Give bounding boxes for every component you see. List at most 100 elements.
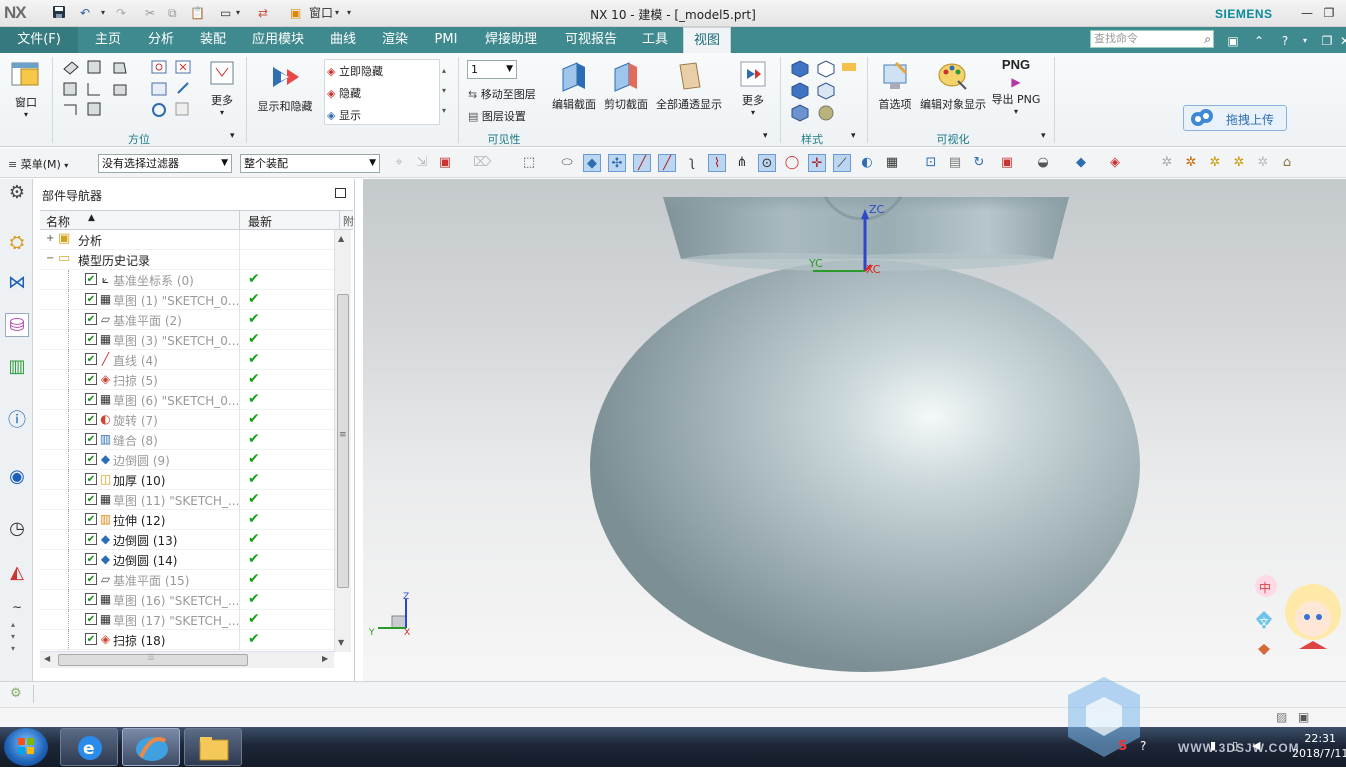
show-item[interactable]: ◈ 显示 — [327, 107, 361, 123]
visibility-checkbox[interactable]: ✔ — [85, 513, 97, 525]
tree-node[interactable]: − ▭ 模型历史记录 — [40, 250, 340, 270]
visibility-checkbox[interactable]: ✔ — [85, 453, 97, 465]
tree-node[interactable]: ✔ ▦ 草图 (6) "SKETCH_0... ✔ — [40, 390, 340, 410]
curve-icon[interactable]: ʅ — [683, 154, 701, 172]
type-filter-select[interactable]: 没有选择过滤器 ▼ — [98, 154, 232, 173]
visibility-checkbox[interactable]: ✔ — [85, 633, 97, 645]
arc-center-icon[interactable]: ⊙ — [758, 154, 776, 172]
orientation-group-dropdown-icon[interactable]: ▾ — [230, 131, 235, 141]
rotate-icon[interactable]: ↻ — [970, 154, 988, 172]
tree-node[interactable]: ✔ ▦ 草图 (11) "SKETCH_... ✔ — [40, 490, 340, 510]
quadrant-point-icon[interactable]: ◯ — [783, 154, 801, 172]
start-button[interactable] — [4, 728, 48, 766]
visibility-more-button[interactable]: 更多 ▾ — [734, 59, 772, 117]
reuse-library-icon[interactable]: ▥ — [5, 355, 29, 379]
clip-section-button[interactable]: 剪切截面 — [602, 59, 650, 112]
tree-node[interactable]: ✔ ▥ 拉伸 (12) ✔ — [40, 510, 340, 530]
visibility-checkbox[interactable]: ✔ — [85, 593, 97, 605]
volume-icon[interactable]: ◀ — [1252, 739, 1260, 752]
assembly-tool-4-icon[interactable]: ✲ — [1230, 154, 1248, 172]
doc-close-icon[interactable]: ✕ — [1336, 32, 1346, 50]
style-group-dropdown-icon[interactable]: ▾ — [851, 131, 856, 141]
preferences-button[interactable]: 首选项 — [874, 59, 916, 112]
scroll-down-icon[interactable]: ▼ — [338, 638, 344, 647]
model-viewport[interactable]: ZC YC XC Z Y X 中 文 — [363, 179, 1346, 681]
tree-node[interactable]: ✔ ◈ 扫掠 (18) ✔ — [40, 630, 340, 650]
rendering-style-icon[interactable]: ◒ — [1034, 154, 1052, 172]
doc-restore-icon[interactable]: ❐ — [1318, 32, 1336, 50]
intersection-icon[interactable]: ⋔ — [733, 154, 751, 172]
tree-node[interactable]: ✔ ▱ 基准平面 (2) ✔ — [40, 310, 340, 330]
deselect-icon[interactable]: ⌦ — [473, 154, 491, 172]
visualization-group-dropdown-icon[interactable]: ▾ — [1041, 131, 1046, 141]
visibility-checkbox[interactable]: ✔ — [85, 493, 97, 505]
visibility-checkbox[interactable]: ✔ — [85, 373, 97, 385]
point-on-curve-icon[interactable]: ⟋ — [833, 154, 851, 172]
settings-gear-icon[interactable]: ⚙ — [5, 181, 29, 205]
orient-view-icon[interactable]: ▣ — [998, 154, 1016, 172]
snap-icon[interactable]: ⌖ — [390, 154, 408, 172]
help-icon[interactable]: ? — [1276, 32, 1294, 50]
tree-node[interactable]: ✔ ◆ 边倒圆 (13) ✔ — [40, 530, 340, 550]
tab-application[interactable]: 应用模块 — [244, 27, 312, 53]
fit-icon[interactable]: ⊡ — [922, 154, 940, 172]
tree-node[interactable]: ✔ ▥ 缝合 (8) ✔ — [40, 430, 340, 450]
filter-icon[interactable]: ⇲ — [413, 154, 431, 172]
ribbon-options-icon[interactable]: ▣ — [1224, 32, 1242, 50]
constraint-navigator-icon[interactable]: ⋈ — [5, 271, 29, 295]
visibility-checkbox[interactable]: ✔ — [85, 433, 97, 445]
tree-node[interactable]: ✔ ◆ 边倒圆 (9) ✔ — [40, 450, 340, 470]
column-extra-header[interactable]: 附 — [343, 213, 354, 229]
network-icon[interactable]: ▮ — [1210, 739, 1216, 752]
tab-tools[interactable]: 工具 — [634, 27, 676, 53]
tree-node[interactable]: ✔ ╱ 直线 (4) ✔ — [40, 350, 340, 370]
zoom-icon[interactable]: ▤ — [946, 154, 964, 172]
status-tool-2-icon[interactable]: ▣ — [1298, 710, 1309, 724]
visibility-checkbox[interactable]: ✔ — [85, 413, 97, 425]
layer-settings-button[interactable]: ▤ 图层设置 — [468, 108, 526, 124]
point-on-face-icon[interactable]: ◐ — [858, 154, 876, 172]
vertical-scroll-thumb[interactable] — [337, 294, 349, 588]
system-materials-icon[interactable]: ◭ — [5, 561, 29, 585]
tree-node[interactable]: ✔ ▱ 基准平面 (15) ✔ — [40, 570, 340, 590]
show-and-hide-button[interactable]: 显示和隐藏 — [254, 59, 316, 114]
visibility-checkbox[interactable]: ✔ — [85, 273, 97, 285]
roles-icon[interactable]: ∼ — [5, 595, 29, 619]
visibility-checkbox[interactable]: ✔ — [85, 313, 97, 325]
visibility-checkbox[interactable]: ✔ — [85, 293, 97, 305]
system-clock[interactable]: 22:31 2018/7/11 — [1292, 731, 1346, 761]
style-icon-grid[interactable] — [788, 59, 860, 125]
visibility-checkbox[interactable]: ✔ — [85, 573, 97, 585]
taskbar-nx[interactable] — [122, 728, 180, 766]
tree-node[interactable]: ✔ ▦ 草图 (17) "SKETCH_... ✔ — [40, 610, 340, 630]
scroll-right-icon[interactable]: ▶ — [322, 654, 328, 663]
assembly-tool-2-icon[interactable]: ✲ — [1182, 154, 1200, 172]
tree-node[interactable]: ✔ ◆ 边倒圆 (14) ✔ — [40, 550, 340, 570]
visibility-checkbox[interactable]: ✔ — [85, 613, 97, 625]
move-to-layer-button[interactable]: ⇆ 移动至图层 — [468, 86, 536, 102]
tab-visual-reporting[interactable]: 可视报告 — [556, 27, 626, 53]
selection-scope-select[interactable]: 整个装配 ▼ — [240, 154, 380, 173]
tab-pmi[interactable]: PMI — [426, 27, 466, 53]
maximize-panel-icon[interactable] — [335, 188, 346, 198]
web-browser-icon[interactable]: ◉ — [5, 465, 29, 489]
layer-select[interactable]: 1 ▼ — [467, 60, 517, 79]
orientation-more-button[interactable]: 更多 ▾ — [203, 59, 241, 117]
search-icon[interactable]: ⌕ — [1204, 31, 1211, 47]
shaded-icon[interactable]: ◆ — [1072, 154, 1090, 172]
navigator-horizontal-scrollbar[interactable]: ◀ ⦙⦙⦙ ▶ — [40, 651, 334, 668]
window-button[interactable]: 窗口 ▾ — [6, 57, 46, 119]
all-pass-display-button[interactable]: 全部通透显示 — [654, 59, 724, 112]
existing-point-icon[interactable]: ✛ — [808, 154, 826, 172]
taskbar-ie[interactable]: e — [60, 728, 118, 766]
hide-item[interactable]: ◈ 隐藏 — [327, 85, 361, 101]
assembly-navigator-icon[interactable]: ⛭ — [5, 231, 29, 255]
show-hide-toolbar-icon[interactable]: ◈ — [1106, 154, 1124, 172]
collapse-ribbon-icon[interactable]: ⌃ — [1250, 32, 1268, 50]
tree-node[interactable]: ✔ ▦ 草图 (1) "SKETCH_0... ✔ — [40, 290, 340, 310]
scroll-left-icon[interactable]: ◀ — [44, 654, 50, 663]
sort-ascending-icon[interactable]: ▲ — [88, 213, 95, 223]
tree-node[interactable]: ✔ ◈ 扫掠 (5) ✔ — [40, 370, 340, 390]
visibility-checkbox[interactable]: ✔ — [85, 353, 97, 365]
scroll-up-icon[interactable]: ▲ — [338, 234, 344, 243]
